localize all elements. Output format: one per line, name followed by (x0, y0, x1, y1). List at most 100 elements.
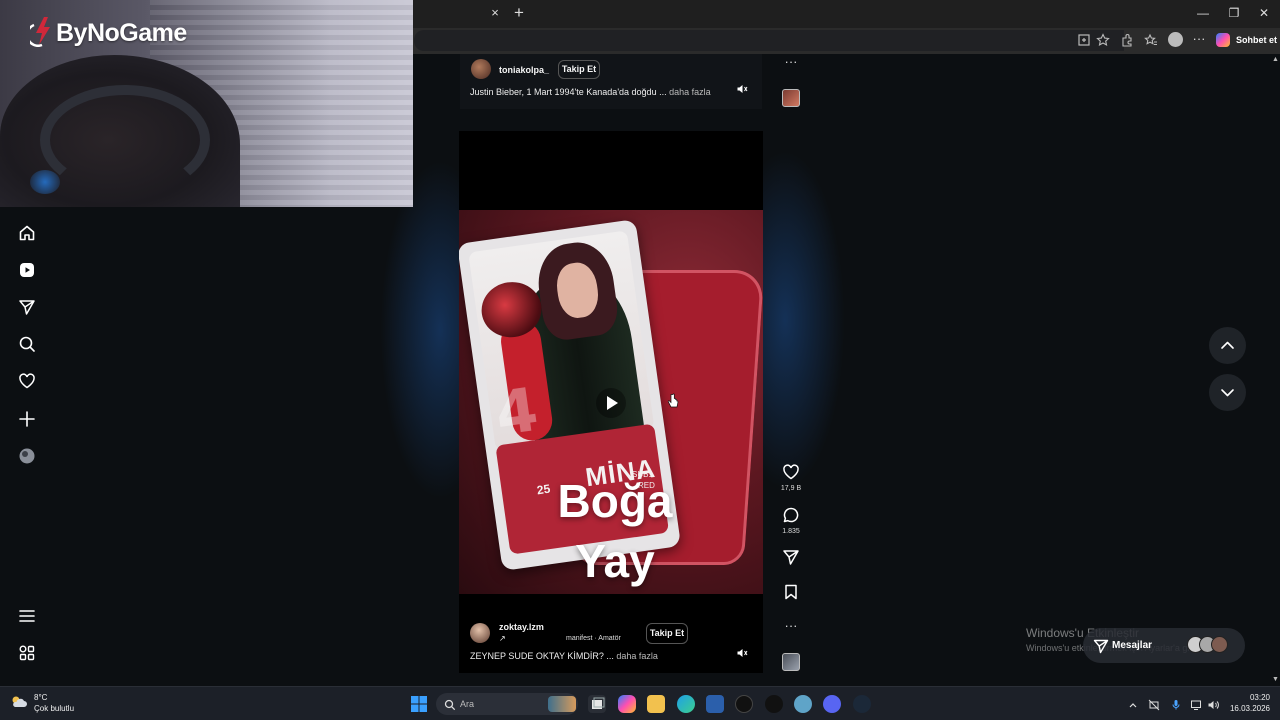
browser-profile-avatar[interactable] (1168, 32, 1183, 47)
like-count: 17,9 B (780, 485, 802, 492)
chevron-up-icon (1221, 341, 1234, 349)
post1-more-link[interactable]: daha fazla (669, 87, 711, 97)
headphones (40, 85, 210, 195)
copilot-icon (1216, 33, 1230, 47)
extensions-icon[interactable] (1120, 33, 1134, 47)
rgb-light (30, 170, 60, 194)
edge-browser-icon[interactable] (677, 695, 695, 713)
create-icon[interactable] (18, 410, 36, 428)
scroll-down-arrow-icon[interactable]: ▼ (1271, 676, 1280, 684)
share-send-icon[interactable] (782, 548, 800, 566)
reel-overlay-text-line2: Yay (575, 535, 655, 587)
tab-close-button[interactable]: × (489, 6, 501, 20)
post2-avatar[interactable] (470, 623, 490, 643)
minimize-button[interactable]: — (1195, 6, 1211, 20)
comment-icon[interactable] (782, 506, 800, 524)
post2-username[interactable]: zoktay.lzm (499, 621, 544, 633)
chevron-down-icon (1221, 389, 1234, 397)
copilot-chat-button[interactable]: Sohbet et (1212, 31, 1278, 49)
reels-icon[interactable] (18, 261, 36, 279)
post1-follow-button[interactable]: Takip Et (558, 60, 600, 79)
page-scrollbar[interactable] (1271, 54, 1280, 686)
tray-chevron-up-icon[interactable] (1127, 698, 1139, 710)
close-window-button[interactable]: ✕ (1256, 6, 1272, 20)
send-icon[interactable] (18, 298, 36, 316)
tray-microphone-icon[interactable] (1170, 698, 1182, 710)
post1-caption: Justin Bieber, 1 Mart 1994'te Kanada'da … (470, 86, 730, 98)
cloud-icon[interactable] (10, 694, 28, 710)
tray-volume-icon[interactable] (1207, 698, 1219, 710)
messages-label: Mesajlar (1112, 640, 1153, 651)
post1-avatar[interactable] (471, 59, 491, 79)
play-icon[interactable] (596, 388, 626, 418)
copilot-app-icon[interactable] (618, 695, 636, 713)
post1-more-options-icon[interactable]: ··· (783, 55, 799, 69)
post2-audio-label[interactable]: manifest · Amatör (566, 634, 621, 644)
channel-logo: ByNoGame (30, 15, 200, 49)
weather-description: Çok bulutlu (34, 704, 75, 713)
post1-username[interactable]: toniakolpa_ (499, 64, 549, 76)
settings-icon[interactable] (794, 695, 812, 713)
post2-caption: ZEYNEP SUDE OKTAY KİMDİR? ... daha fazla (470, 650, 740, 662)
post1-caption-text: Justin Bieber, 1 Mart 1994'te Kanada'da … (470, 87, 667, 97)
tray-network-off-icon[interactable] (1148, 698, 1160, 711)
windows-start-icon[interactable] (410, 695, 428, 713)
post2-caption-text: ZEYNEP SUDE OKTAY KİMDİR? ... (470, 651, 614, 661)
webcam-overlay: ByNoGame (0, 0, 413, 207)
next-reel-button[interactable] (1209, 374, 1246, 411)
clock-date[interactable]: 16.03.2026 (1224, 704, 1270, 714)
post2-more-link[interactable]: daha fazla (616, 651, 658, 661)
game-app-icon[interactable] (765, 695, 783, 713)
post2-collab-arrow-icon: ↗ (499, 634, 506, 643)
post1-audio-thumbnail[interactable] (782, 89, 800, 107)
bookmark-icon[interactable] (782, 583, 800, 601)
scroll-up-arrow-icon[interactable]: ▲ (1271, 56, 1280, 64)
hand-cursor-icon (667, 393, 679, 409)
menu-icon[interactable] (18, 607, 36, 625)
reel-more-options-icon[interactable]: ··· (783, 619, 799, 633)
tiktok-icon[interactable] (735, 695, 753, 713)
profile-icon[interactable] (18, 447, 36, 465)
comment-count: 1.835 (782, 528, 800, 535)
taskbar-search[interactable]: Ara (436, 693, 578, 715)
weather-temperature: 8°C (34, 693, 48, 702)
speaker-icon[interactable] (736, 82, 748, 94)
favorites-icon[interactable] (1144, 33, 1158, 47)
windows-taskbar (0, 686, 1280, 720)
sidebar (0, 207, 54, 685)
store-icon[interactable] (706, 695, 724, 713)
task-view-icon[interactable] (588, 695, 606, 713)
previous-reel-button[interactable] (1209, 327, 1246, 364)
discord-icon[interactable] (823, 695, 841, 713)
like-heart-icon[interactable] (782, 463, 800, 481)
logo-mark-icon (30, 17, 50, 47)
post2-follow-button[interactable]: Takip Et (646, 623, 688, 644)
home-icon[interactable] (18, 224, 36, 242)
search-icon (444, 698, 456, 711)
copilot-label: Sohbet et (1236, 35, 1278, 45)
reel-audio-thumbnail[interactable] (782, 653, 800, 671)
file-explorer-icon[interactable] (647, 695, 665, 713)
clock-time[interactable]: 03:20 (1238, 693, 1270, 703)
new-tab-button[interactable]: + (512, 4, 526, 22)
tray-display-icon[interactable] (1190, 698, 1202, 710)
apps-icon[interactable] (18, 644, 36, 662)
card-rating: 25 (535, 481, 552, 498)
message-avatar (1211, 636, 1228, 653)
search-icon[interactable] (18, 335, 36, 353)
messages-send-icon (1093, 638, 1109, 654)
app-install-icon[interactable] (1077, 33, 1091, 47)
address-bar[interactable] (414, 30, 1124, 51)
search-placeholder: Ara (460, 699, 475, 709)
speaker-icon[interactable] (736, 646, 748, 658)
steam-icon[interactable] (853, 695, 871, 713)
heart-icon[interactable] (18, 372, 36, 390)
restore-button[interactable]: ❐ (1226, 6, 1242, 20)
reel-overlay-text-line1: Boğa (557, 475, 673, 527)
logo-text: ByNoGame (56, 19, 187, 47)
messages-button[interactable]: Mesajlar (1083, 628, 1245, 663)
previous-post (460, 54, 762, 109)
favorite-star-icon[interactable] (1096, 33, 1110, 47)
browser-more-icon[interactable]: ··· (1192, 31, 1206, 47)
search-highlight-image (548, 696, 576, 712)
